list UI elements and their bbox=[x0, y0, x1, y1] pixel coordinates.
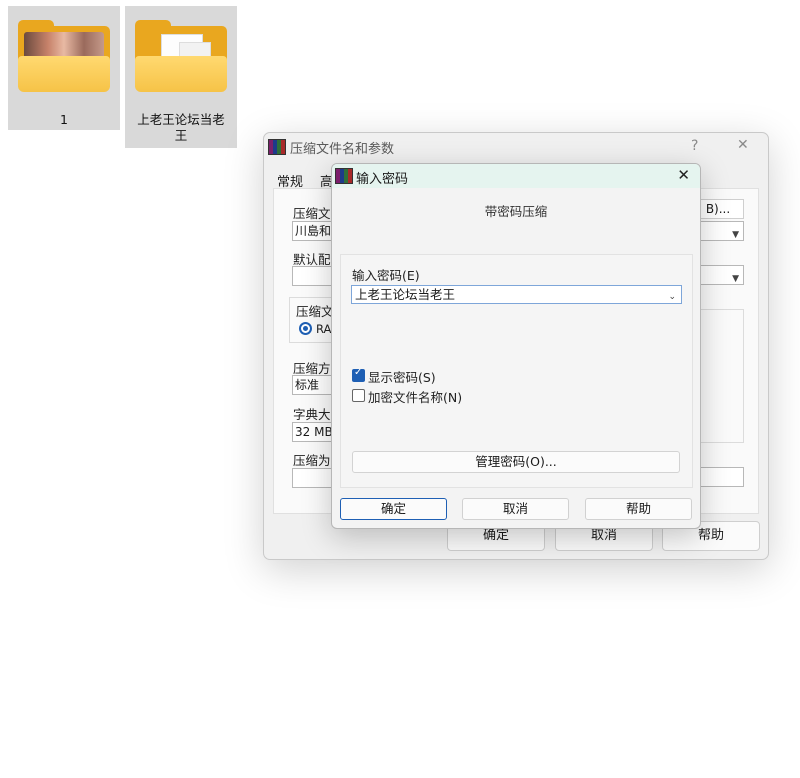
titlebar: 输入密码 ✕ bbox=[332, 164, 700, 188]
format-radio[interactable] bbox=[299, 322, 312, 335]
dialog-heading: 带密码压缩 bbox=[484, 204, 548, 219]
split-volumes-label: 压缩为 bbox=[293, 453, 331, 468]
desktop-folder-label: 上老王论坛当老王 bbox=[137, 112, 225, 143]
document-folder-icon bbox=[135, 20, 227, 92]
photo-folder-icon bbox=[18, 20, 110, 92]
show-password-checkbox[interactable] bbox=[352, 367, 365, 382]
help-titlebar-button[interactable]: ? bbox=[691, 138, 698, 154]
chevron-down-icon: ▼ bbox=[732, 230, 739, 240]
desktop-folder-label: 1 bbox=[60, 112, 68, 127]
help-button[interactable]: 帮助 bbox=[585, 498, 692, 520]
desktop-folder-2[interactable]: 上老王论坛当老王 bbox=[125, 6, 237, 148]
archive-format-label: 压缩文 bbox=[296, 304, 334, 319]
enter-password-dialog: 输入密码 ✕ 带密码压缩 输入密码(E) 上老王论坛当老王 ⌄ 显示密码(S) … bbox=[331, 163, 701, 529]
dialog-title: 输入密码 bbox=[356, 172, 409, 187]
chevron-down-icon[interactable]: ⌄ bbox=[668, 289, 676, 306]
close-button[interactable]: ✕ bbox=[737, 137, 749, 153]
winrar-app-icon bbox=[268, 139, 286, 155]
password-value: 上老王论坛当老王 bbox=[355, 287, 456, 302]
show-password-label[interactable]: 显示密码(S) bbox=[368, 367, 436, 386]
close-button[interactable]: ✕ bbox=[677, 166, 690, 184]
encrypt-filenames-label[interactable]: 加密文件名称(N) bbox=[368, 387, 462, 406]
format-option-label: RA bbox=[316, 322, 332, 336]
encrypt-filenames-checkbox[interactable] bbox=[352, 389, 365, 402]
manage-passwords-button[interactable]: 管理密码(O)... bbox=[352, 451, 680, 473]
chevron-down-icon: ▼ bbox=[732, 274, 739, 284]
ok-button[interactable]: 确定 bbox=[340, 498, 447, 520]
winrar-app-icon bbox=[335, 168, 353, 184]
password-input[interactable]: 上老王论坛当老王 ⌄ bbox=[351, 285, 682, 304]
archive-name-label: 压缩文 bbox=[293, 206, 331, 221]
desktop-folder-1[interactable]: 1 bbox=[8, 6, 120, 130]
cancel-button[interactable]: 取消 bbox=[462, 498, 569, 520]
password-label: 输入密码(E) bbox=[352, 268, 420, 283]
dialog-title: 压缩文件名和参数 bbox=[290, 142, 395, 157]
dictionary-size-label: 字典大 bbox=[293, 407, 331, 422]
